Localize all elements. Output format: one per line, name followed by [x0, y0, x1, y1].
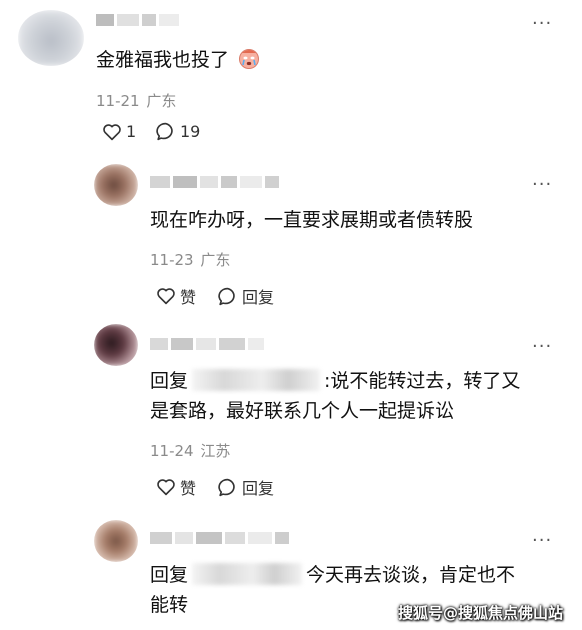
username-blurred[interactable] — [150, 176, 279, 188]
username-blurred[interactable] — [96, 14, 179, 26]
like-label: 赞 — [180, 288, 197, 307]
reply-text: 回复 今天再去谈谈，肯定也不 — [150, 560, 515, 590]
reply-location: 广东 — [200, 251, 231, 269]
crying-emoji-icon — [239, 49, 260, 69]
watermark: 搜狐号@搜狐焦点佛山站 — [398, 604, 564, 622]
reply-text: 回复 :说不能转过去，转了又 — [150, 366, 520, 396]
reply-text: 现在咋办呀，一直要求展期或者债转股 — [150, 209, 474, 231]
avatar[interactable] — [18, 10, 84, 66]
avatar[interactable] — [94, 324, 138, 366]
username-blurred[interactable] — [150, 532, 289, 544]
reply-button[interactable]: 19 — [156, 122, 200, 141]
reply-button[interactable]: 回复 — [218, 284, 274, 308]
more-options-icon[interactable]: ··· — [532, 338, 552, 356]
comment-bubble-icon — [218, 478, 235, 496]
heart-icon — [157, 479, 175, 496]
more-options-icon[interactable]: ··· — [532, 532, 552, 550]
heart-icon — [103, 123, 121, 140]
more-options-icon[interactable]: ··· — [532, 176, 552, 194]
comment-text: 金雅福我也投了 — [96, 45, 261, 75]
more-options-icon[interactable]: ··· — [532, 15, 552, 33]
reply-meta: 11-23 广东 — [150, 249, 230, 270]
comment-text-content: 金雅福我也投了 — [96, 49, 230, 71]
mentioned-user-blurred[interactable] — [192, 369, 321, 391]
comment-bubble-icon — [156, 122, 173, 141]
reply-text-line2: 是套路，最好联系几个人一起提诉讼 — [150, 400, 455, 422]
reply-text-line1: 今天再去谈谈，肯定也不 — [306, 564, 516, 586]
like-button[interactable]: 赞 — [156, 284, 196, 308]
reply-prefix: 回复 — [150, 564, 189, 586]
reply-prefix: 回复 — [150, 370, 189, 392]
like-button[interactable]: 1 — [102, 122, 136, 141]
reply-location: 江苏 — [200, 442, 231, 460]
reply-date: 11-24 — [150, 442, 194, 460]
comment-location: 广东 — [146, 92, 177, 110]
mentioned-user-blurred[interactable] — [192, 563, 303, 585]
like-button[interactable]: 赞 — [156, 475, 196, 499]
comment-bubble-icon — [218, 287, 235, 305]
reply-date: 11-23 — [150, 251, 194, 269]
avatar[interactable] — [94, 164, 138, 206]
like-count: 1 — [126, 122, 137, 141]
reply-button[interactable]: 回复 — [218, 475, 274, 499]
reply-meta: 11-24 江苏 — [150, 440, 230, 461]
heart-icon — [157, 288, 175, 305]
username-blurred[interactable] — [150, 338, 264, 350]
comment-meta: 11-21 广东 — [96, 90, 176, 111]
avatar[interactable] — [94, 520, 138, 562]
reply-text-line2: 能转 — [150, 594, 189, 616]
reply-text-line1: :说不能转过去，转了又 — [324, 370, 521, 392]
reply-label: 回复 — [242, 479, 275, 498]
comment-date: 11-21 — [96, 92, 140, 110]
like-label: 赞 — [180, 479, 197, 498]
reply-count: 19 — [180, 122, 201, 141]
reply-label: 回复 — [242, 288, 275, 307]
